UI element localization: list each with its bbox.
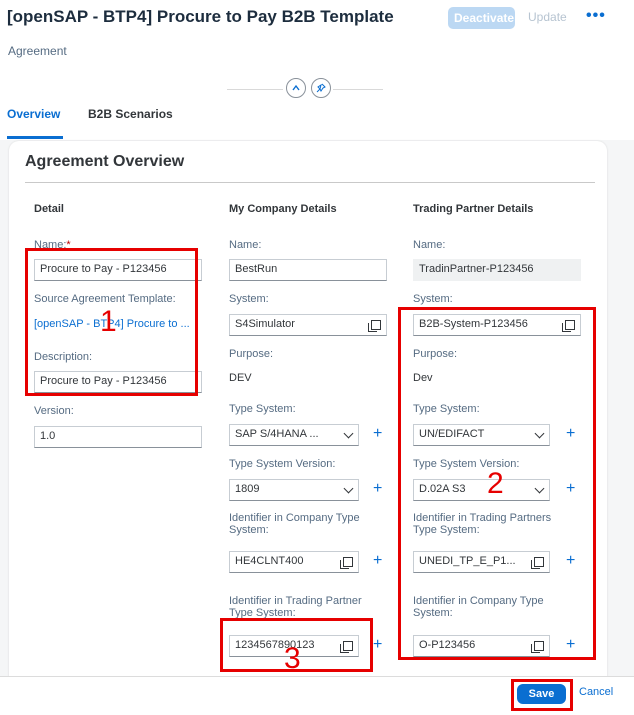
company-type-system-version-select[interactable]: 1809 — [229, 479, 359, 501]
tab-b2b-scenarios[interactable]: B2B Scenarios — [88, 107, 173, 121]
page-title: [openSAP - BTP4] Procure to Pay B2B Temp… — [7, 7, 394, 26]
company-type-system-label: Type System: — [229, 403, 296, 415]
update-button[interactable]: Update — [528, 10, 567, 24]
company-system-value: S4Simulator — [235, 318, 295, 330]
company-name-input[interactable]: BestRun — [229, 259, 387, 281]
add-identifier-company-button[interactable]: + — [373, 553, 382, 569]
cancel-button[interactable]: Cancel — [579, 686, 613, 698]
more-actions-button[interactable]: ••• — [586, 7, 606, 25]
pin-icon — [316, 83, 326, 93]
company-purpose-label: Purpose: — [229, 348, 274, 360]
deactivate-button[interactable]: Deactivate — [448, 7, 515, 29]
header-divider-right — [333, 89, 383, 90]
company-system-label: System: — [229, 293, 269, 305]
tab-selected-indicator — [7, 136, 63, 139]
company-identifier-company-label: Identifier in Company Type System: — [229, 512, 360, 536]
company-name-label: Name: — [229, 239, 262, 251]
company-identifier-company-value: HE4CLNT400 — [235, 555, 304, 567]
chevron-down-icon — [343, 428, 354, 439]
company-identifier-company-input[interactable]: HE4CLNT400 — [229, 551, 359, 573]
page-subtitle: Agreement — [8, 44, 67, 58]
company-purpose-value: DEV — [229, 372, 252, 384]
company-type-system-value: SAP S/4HANA ... — [235, 428, 319, 440]
collapse-header-button[interactable] — [286, 78, 306, 98]
company-identifier-partner-label: Identifier in Trading Partner Type System… — [229, 595, 362, 619]
annotation-box-save — [511, 679, 573, 711]
add-type-system-button[interactable]: + — [373, 426, 382, 442]
company-column-title: My Company Details — [229, 203, 337, 215]
copy-icon[interactable] — [340, 557, 353, 569]
header-divider-left — [227, 89, 283, 90]
object-page-header: [openSAP - BTP4] Procure to Pay B2B Temp… — [0, 0, 634, 140]
add-type-system-version-button[interactable]: + — [373, 481, 382, 497]
section-title: Agreement Overview — [25, 153, 185, 170]
company-type-system-version-value: 1809 — [235, 483, 260, 495]
partner-system-label: System: — [413, 293, 453, 305]
pin-header-button[interactable] — [311, 78, 331, 98]
tab-overview[interactable]: Overview — [7, 107, 60, 121]
section-divider — [25, 182, 595, 183]
version-input[interactable]: 1.0 — [34, 426, 202, 448]
partner-name-label: Name: — [413, 239, 446, 251]
partner-name-input: TradinPartner-P123456 — [413, 259, 581, 281]
add-identifier-partner-button[interactable]: + — [373, 637, 382, 653]
company-system-input[interactable]: S4Simulator — [229, 314, 387, 336]
partner-column-title: Trading Partner Details — [413, 203, 534, 215]
detail-column-title: Detail — [34, 203, 64, 215]
annotation-number-3: 3 — [284, 642, 301, 675]
annotation-number-1: 1 — [100, 305, 117, 338]
version-label: Version: — [34, 405, 74, 417]
chevron-down-icon — [343, 483, 354, 494]
copy-icon[interactable] — [368, 320, 381, 332]
company-type-system-version-label: Type System Version: — [229, 458, 336, 470]
chevron-up-icon — [292, 84, 300, 91]
company-type-system-select[interactable]: SAP S/4HANA ... — [229, 424, 359, 446]
annotation-number-2: 2 — [487, 467, 504, 500]
